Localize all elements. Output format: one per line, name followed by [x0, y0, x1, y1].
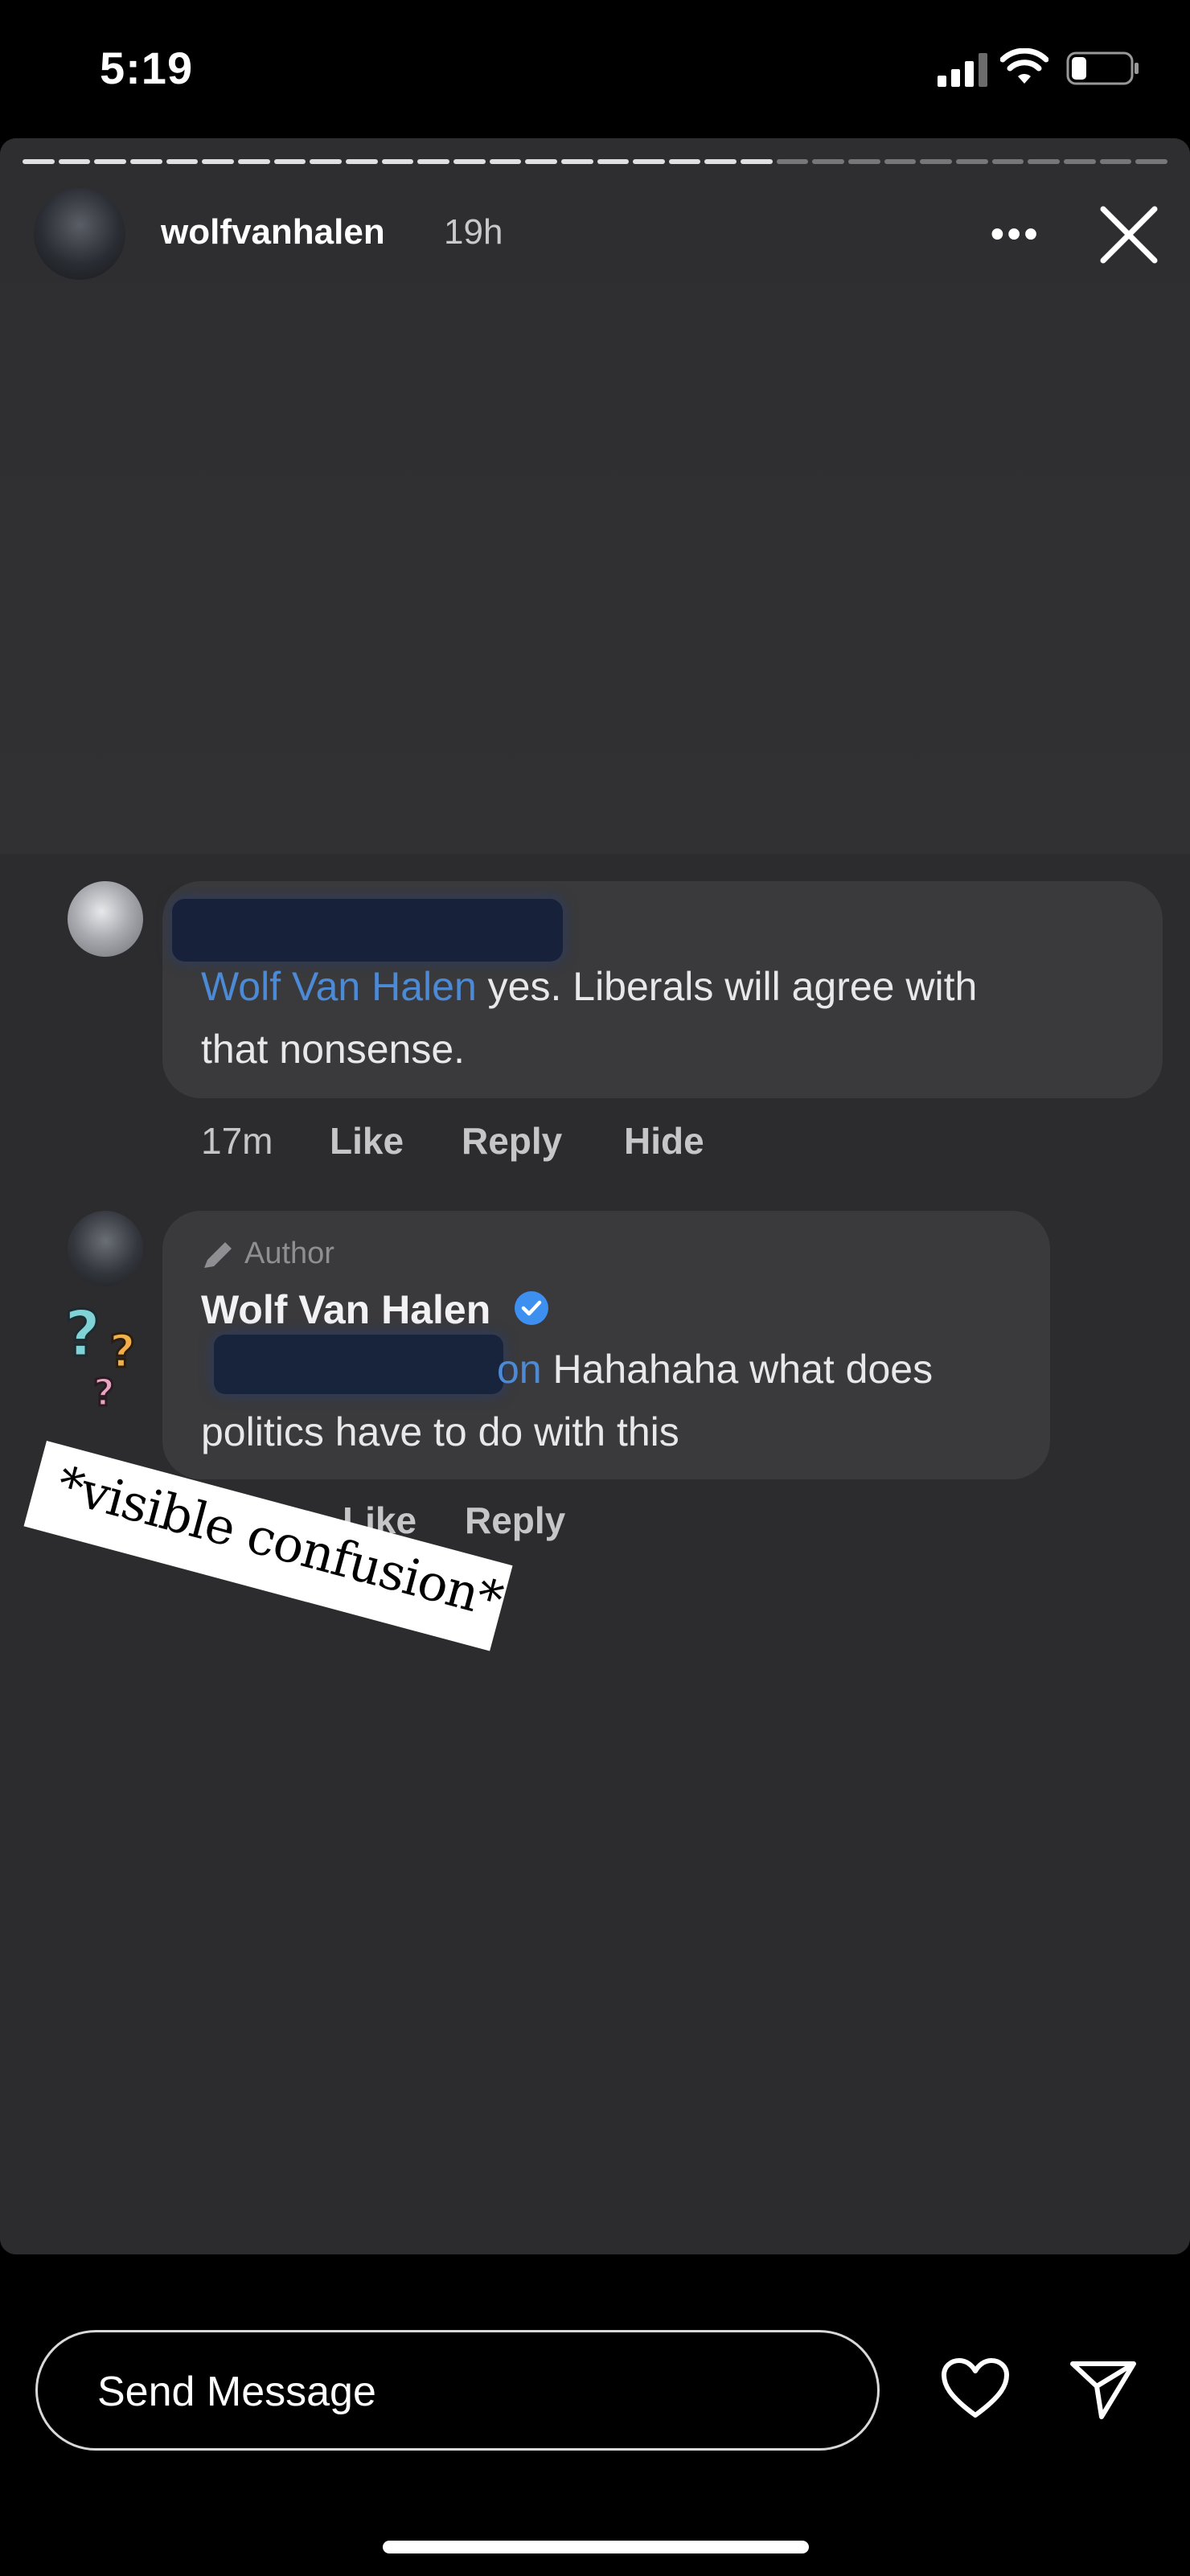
question-marks-sticker: ? ? ? — [64, 1301, 137, 1413]
like-action: Like — [330, 1120, 404, 1162]
progress-segment — [597, 159, 630, 164]
svg-text:?: ? — [93, 1371, 115, 1413]
progress-segment — [848, 159, 880, 164]
svg-text:?: ? — [64, 1301, 101, 1371]
status-time: 5:19 — [100, 43, 194, 93]
comment-text-line: politics have to do with this — [201, 1409, 679, 1454]
comment-text-line: on Hahahaha what does — [497, 1347, 934, 1392]
send-message-placeholder: Send Message — [97, 2369, 376, 2415]
progress-segment — [381, 159, 414, 164]
progress-segment — [812, 159, 845, 164]
progress-segment — [58, 159, 91, 164]
story-time-ago: 19h — [444, 212, 503, 252]
progress-segment — [956, 159, 988, 164]
progress-segment — [237, 159, 270, 164]
reply-action: Reply — [462, 1120, 563, 1162]
comment-text-line: that nonsense. — [201, 1027, 466, 1072]
story-progress-bar — [23, 159, 1167, 164]
mention-link: Wolf Van Halen — [201, 964, 477, 1009]
author-avatar — [68, 1211, 143, 1286]
progress-segment — [94, 159, 126, 164]
redacted-name — [172, 899, 563, 962]
more-options-icon[interactable]: ••• — [991, 212, 1040, 256]
send-direct-icon[interactable] — [1069, 2359, 1137, 2420]
progress-segment — [668, 159, 701, 164]
progress-segment — [166, 159, 199, 164]
comment-text-line: Wolf Van Halen yes. Liberals will agree … — [201, 964, 978, 1009]
wifi-icon — [1000, 48, 1048, 84]
progress-segment — [202, 159, 234, 164]
progress-segment — [704, 159, 737, 164]
progress-segment — [273, 159, 306, 164]
progress-segment — [1099, 159, 1132, 164]
progress-segment — [741, 159, 773, 164]
close-icon[interactable] — [1098, 204, 1159, 265]
progress-segment — [560, 159, 593, 164]
progress-segment — [453, 159, 486, 164]
progress-segment — [633, 159, 665, 164]
progress-segment — [417, 159, 449, 164]
progress-segment — [310, 159, 342, 164]
progress-segment — [23, 159, 55, 164]
progress-segment — [489, 159, 522, 164]
comment-time: 17m — [201, 1120, 273, 1162]
heart-icon[interactable] — [941, 2357, 1010, 2420]
pencil-icon — [204, 1241, 232, 1268]
progress-segment — [129, 159, 162, 164]
progress-segment — [525, 159, 557, 164]
story-viewer[interactable]: wolfvanhalen 19h ••• — [0, 138, 1190, 2254]
progress-segment — [884, 159, 917, 164]
reply-action: Reply — [465, 1499, 566, 1541]
send-message-input[interactable]: Send Message — [35, 2330, 880, 2451]
progress-segment — [776, 159, 809, 164]
status-bar: 5:19 — [0, 0, 1190, 137]
progress-segment — [1135, 159, 1167, 164]
cellular-signal-icon — [938, 53, 987, 87]
progress-segment — [1064, 159, 1096, 164]
progress-segment — [920, 159, 953, 164]
progress-segment — [345, 159, 378, 164]
author-badge: Author — [201, 1237, 334, 1271]
story-author-avatar[interactable] — [34, 188, 125, 280]
progress-segment — [1028, 159, 1061, 164]
home-indicator — [383, 2541, 809, 2553]
comment-author-name: Wolf Van Halen — [201, 1287, 491, 1332]
commenter-avatar — [68, 881, 143, 957]
hide-action: Hide — [624, 1120, 704, 1162]
verified-badge-icon — [515, 1291, 548, 1325]
battery-icon — [1066, 51, 1139, 85]
redacted-mention — [214, 1335, 503, 1394]
story-username[interactable]: wolfvanhalen — [161, 212, 385, 252]
progress-segment — [991, 159, 1024, 164]
